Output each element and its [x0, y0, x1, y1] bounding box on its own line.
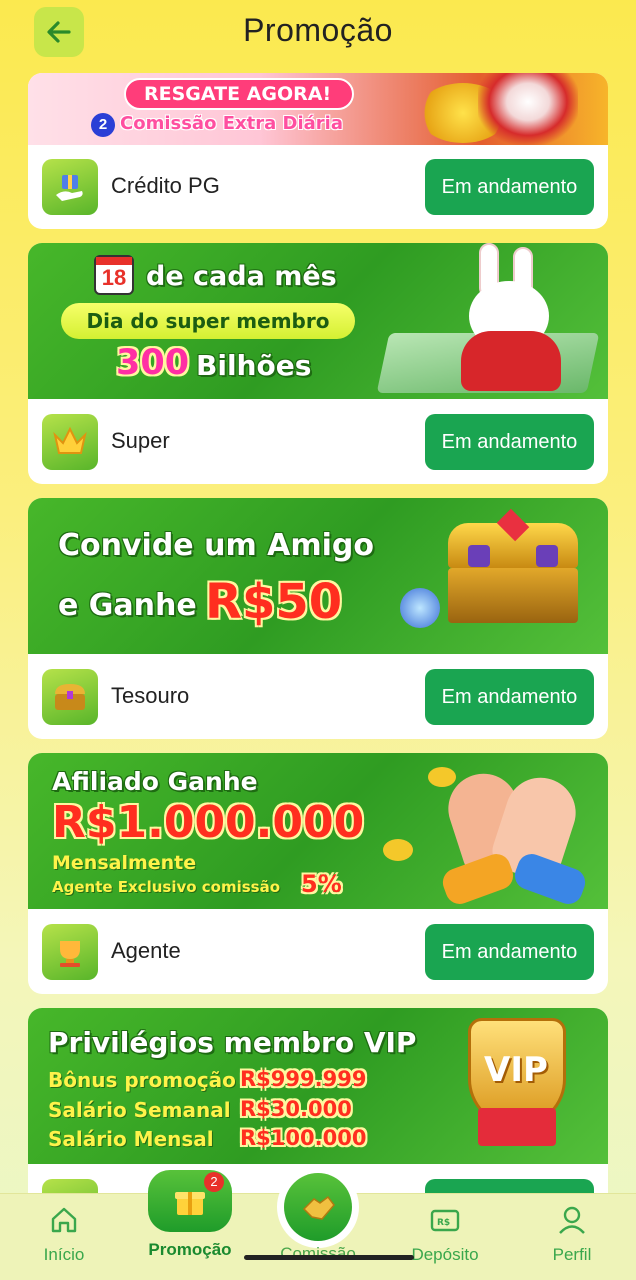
banner-row-value: R$999.999	[240, 1067, 367, 1091]
promo-nav-button[interactable]: 2	[148, 1170, 232, 1232]
badge-number: 2	[91, 113, 115, 137]
trophy-icon	[42, 924, 98, 980]
calendar-day: 18	[101, 265, 127, 290]
banner-row-value: R$30.000	[240, 1097, 352, 1121]
banner-percent: 5%	[301, 870, 342, 898]
promo-card-super: 18 de cada mês Dia do super membro 300 B…	[28, 243, 608, 484]
nav-label: Início	[43, 1245, 85, 1264]
promo-row: Tesouro Em andamento	[28, 655, 608, 739]
status-button[interactable]: Em andamento	[425, 924, 594, 980]
calendar-icon: 18	[94, 255, 134, 295]
banner-amount: R$1.000.000	[52, 797, 365, 848]
gem-decoration	[400, 588, 440, 628]
status-button[interactable]	[425, 1179, 594, 1193]
rabbit-mascot-image	[478, 73, 578, 145]
banner-line2: Mensalmente	[52, 852, 197, 874]
crown-icon	[42, 414, 98, 470]
high-five-hands-image	[438, 764, 593, 908]
banner-cta: RESGATE AGORA!	[144, 83, 332, 105]
home-icon	[51, 1207, 77, 1233]
treasure-chest-image	[448, 508, 578, 628]
promo-banner[interactable]: RESGATE AGORA! 2 Comissão Extra Diária	[28, 73, 608, 145]
nav-item-promocao[interactable]: 2 Promoção	[140, 1170, 240, 1260]
nav-label: Comissão	[280, 1244, 356, 1263]
home-indicator	[244, 1255, 414, 1260]
status-button[interactable]: Em andamento	[425, 159, 594, 215]
promo-name: Agente	[111, 938, 181, 963]
banner-row-label: Bônus promoção	[48, 1068, 236, 1092]
nav-label: Perfil	[552, 1245, 592, 1264]
nav-item-comissao[interactable]: Comissão	[268, 1166, 368, 1264]
banner-amount-unit: Bilhões	[196, 349, 312, 382]
wallet-icon: R$	[430, 1209, 460, 1232]
bottom-nav: Início 2 Promoção Comissão R$ Depósito P…	[0, 1166, 636, 1280]
nav-item-inicio[interactable]: Início	[14, 1204, 114, 1265]
banner-line1: de cada mês	[146, 261, 337, 292]
gift-icon	[175, 1192, 205, 1215]
user-icon	[559, 1206, 585, 1234]
comissao-nav-button[interactable]	[277, 1166, 359, 1248]
banner-line1: Convide um Amigo	[58, 528, 374, 563]
banner-line2: e Ganhe	[58, 588, 197, 623]
nav-item-perfil[interactable]: Perfil	[522, 1204, 622, 1265]
promo-banner[interactable]: Convide um Amigo e Ganhe R$50	[28, 498, 608, 654]
promo-name: Tesouro	[111, 683, 190, 708]
promo-name: Crédito PG	[111, 173, 220, 198]
banner-line1: Afiliado Ganhe	[52, 767, 258, 796]
promo-banner[interactable]: Afiliado Ganhe R$1.000.000 Mensalmente A…	[28, 753, 608, 909]
banner-pill: Dia do super membro	[61, 303, 355, 339]
status-button[interactable]: Em andamento	[425, 414, 594, 470]
status-button[interactable]: Em andamento	[425, 669, 594, 725]
treasure-chest-icon	[42, 669, 98, 725]
banner-row-value: R$100.000	[240, 1126, 367, 1150]
promo-row: Agente Em andamento	[28, 910, 608, 994]
rabbit-mascot-image	[453, 243, 583, 393]
promo-card-agente: Afiliado Ganhe R$1.000.000 Mensalmente A…	[28, 753, 608, 994]
promo-card-tesouro: Convide um Amigo e Ganhe R$50 Tesouro Em…	[28, 498, 608, 739]
gift-hand-icon	[42, 159, 98, 215]
banner-subtitle: Comissão Extra Diária	[120, 113, 343, 134]
page-title: Promoção	[243, 12, 393, 48]
promo-row: Super Em andamento	[28, 400, 608, 484]
promotion-list[interactable]: RESGATE AGORA! 2 Comissão Extra Diária C…	[0, 73, 636, 1193]
vip-icon	[42, 1179, 98, 1193]
header: Promoção	[0, 0, 636, 70]
banner-amount: 300	[116, 343, 190, 383]
promo-banner[interactable]: 18 de cada mês Dia do super membro 300 B…	[28, 243, 608, 399]
banner-title: Privilégios membro VIP	[48, 1026, 417, 1059]
promo-banner[interactable]: Privilégios membro VIP Bônus promoção R$…	[28, 1008, 608, 1164]
vip-shield-image: VIP	[458, 1018, 576, 1158]
banner-row-label: Salário Semanal	[48, 1098, 231, 1122]
banner-amount: R$50	[205, 574, 343, 630]
promo-name: Super	[111, 428, 170, 453]
promo-card-credito-pg: RESGATE AGORA! 2 Comissão Extra Diária C…	[28, 73, 608, 229]
nav-label: Promoção	[148, 1240, 232, 1259]
svg-text:R$: R$	[437, 1218, 450, 1228]
promo-row: Crédito PG Em andamento	[28, 145, 608, 229]
notification-badge: 2	[204, 1172, 224, 1192]
coin-decoration	[383, 839, 413, 861]
handshake-icon	[302, 1195, 335, 1220]
banner-line3: Agente Exclusivo comissão	[52, 878, 281, 896]
banner-row-label: Salário Mensal	[48, 1127, 214, 1151]
